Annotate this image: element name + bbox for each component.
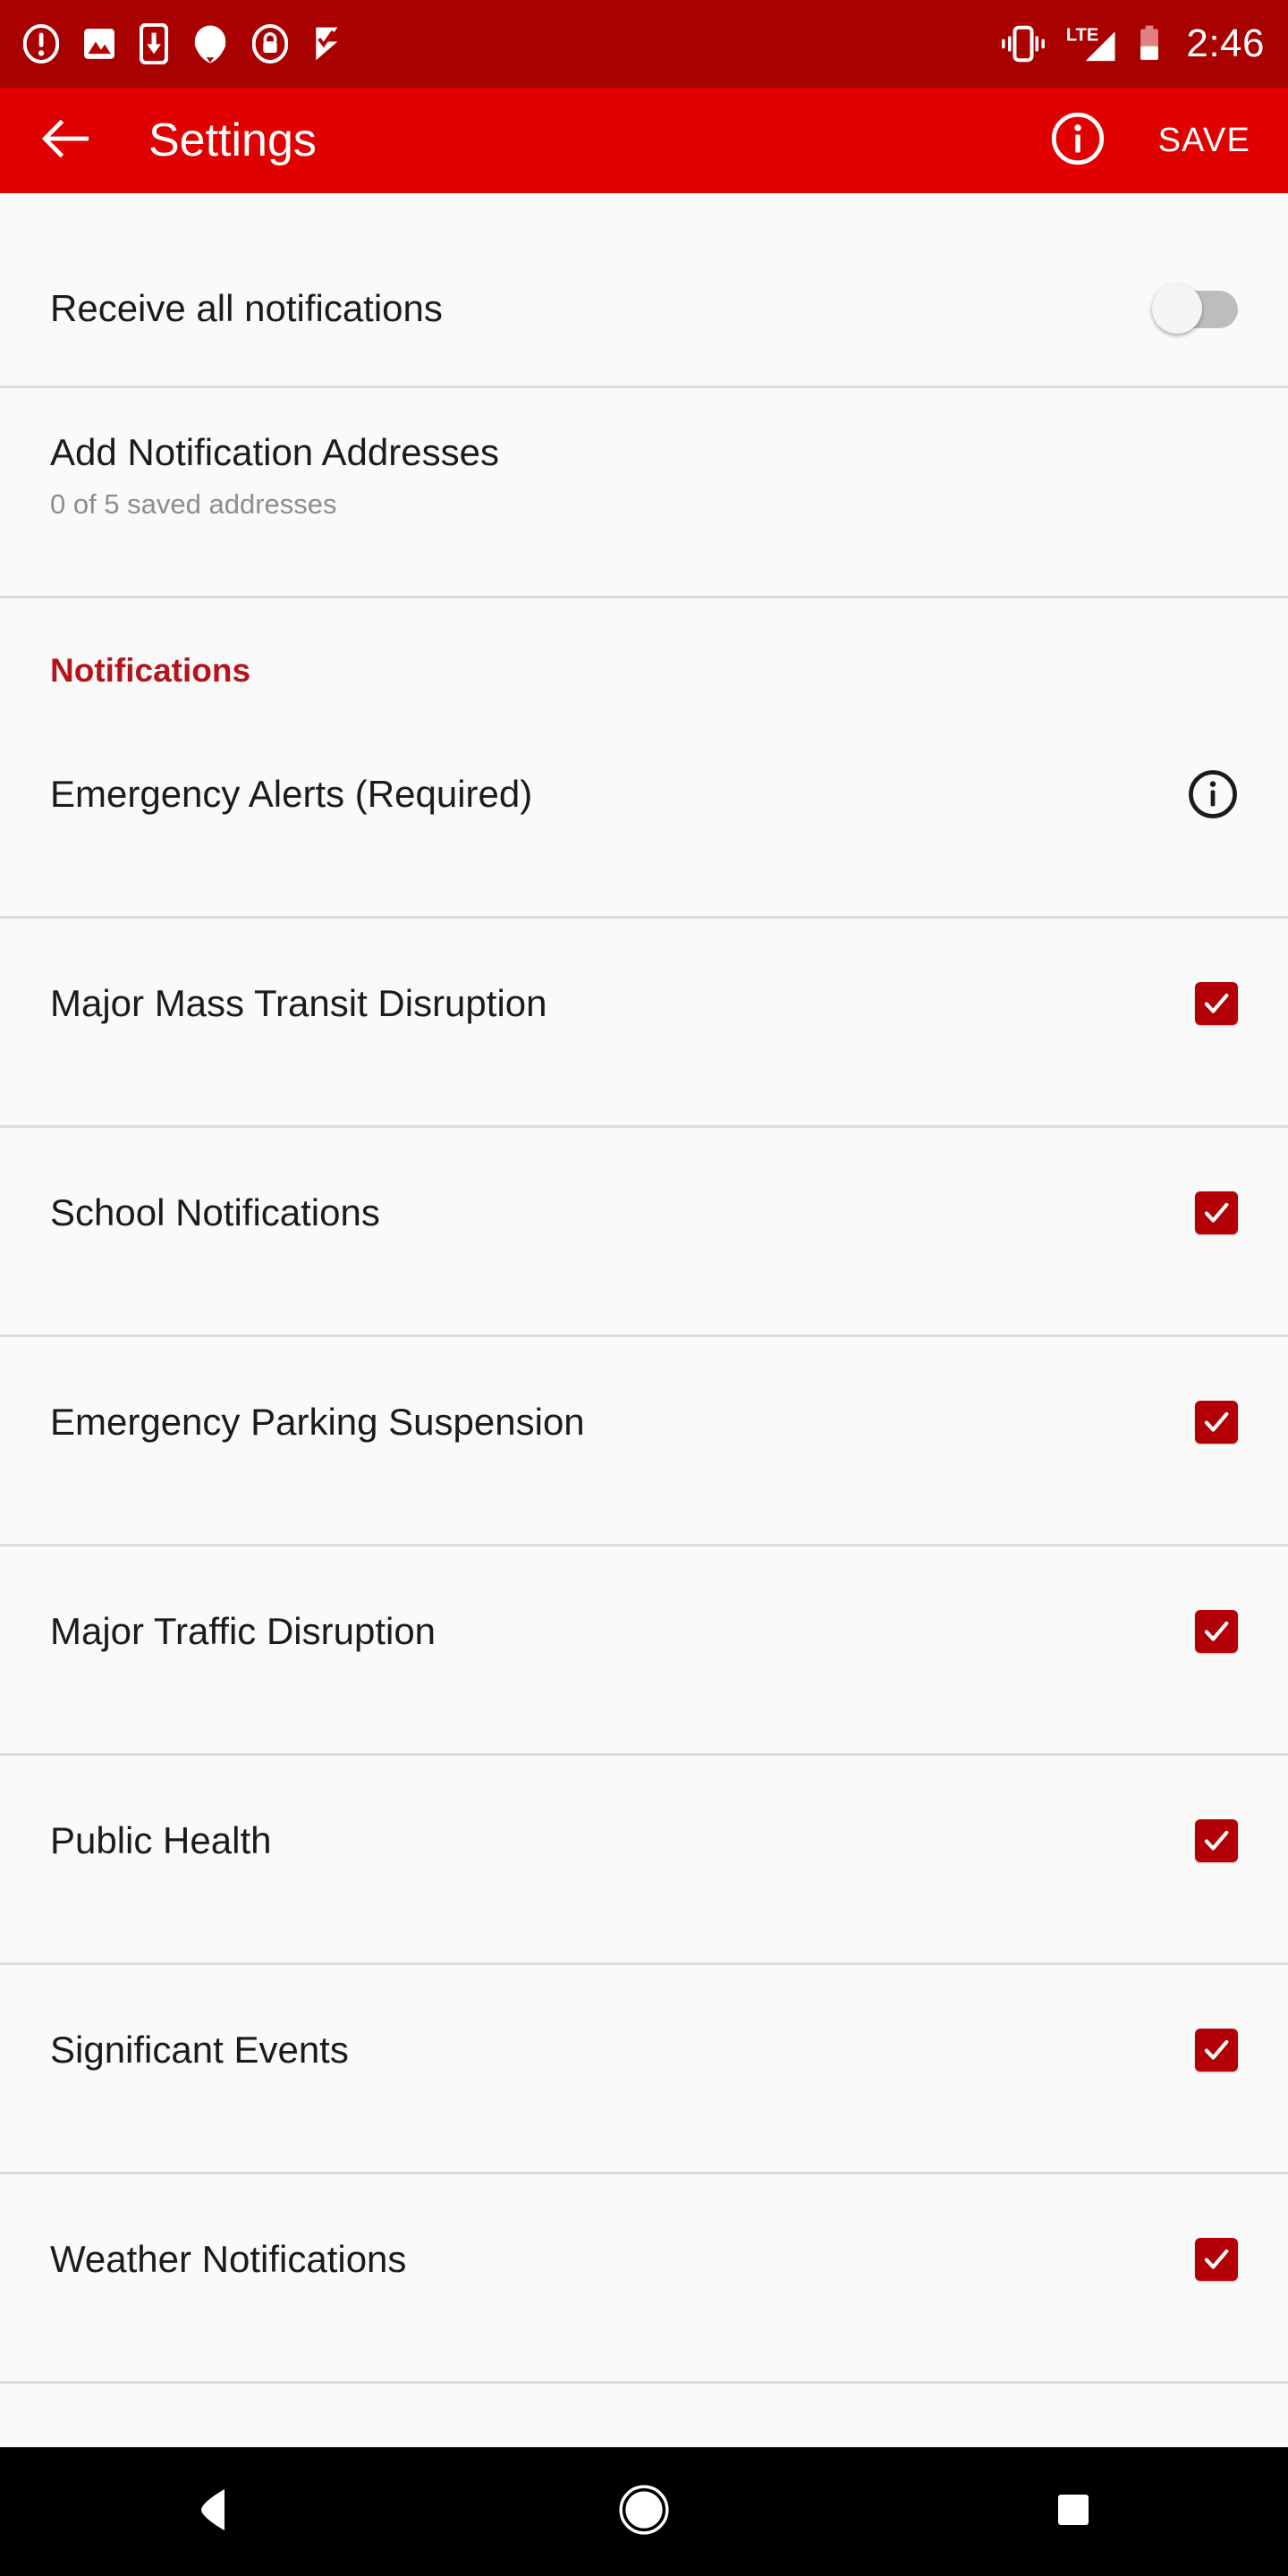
row-label: School Notifications: [50, 1191, 380, 1233]
row-label: Add Beach Notifications: [50, 2447, 1238, 2448]
row-label: Add Notification Addresses: [50, 431, 499, 473]
nav-back-button[interactable]: [143, 2447, 286, 2576]
notification-checkbox[interactable]: [1195, 2028, 1238, 2072]
blob-icon: [191, 24, 229, 64]
save-button[interactable]: SAVE: [1158, 122, 1250, 160]
nav-recents-button[interactable]: [1002, 2447, 1145, 2576]
row-notification-item[interactable]: Add Beach Notifications: [0, 2421, 1288, 2447]
row-spacer: [0, 709, 1288, 747]
row-receive-all-notifications[interactable]: Receive all notifications: [0, 231, 1288, 386]
notification-items-host: Emergency Alerts (Required) Major Mass Tr…: [0, 709, 1288, 2447]
row-spacer: [0, 1050, 1288, 1125]
download-to-phone-icon: [140, 23, 168, 64]
check-icon: [1204, 1830, 1229, 1851]
row-label: Significant Events: [50, 2028, 349, 2071]
row-spacer: [0, 919, 1288, 956]
row-spacer: [0, 1678, 1288, 1753]
row-spacer: [0, 841, 1288, 916]
row-label: Emergency Alerts (Required): [50, 772, 533, 815]
row-notification-item[interactable]: Public Health: [0, 1793, 1288, 1887]
lock-circle-icon: [252, 24, 288, 64]
page-title: Settings: [148, 114, 317, 166]
arrow-back-icon: [41, 116, 92, 165]
app-bar: Settings SAVE: [0, 88, 1288, 193]
notification-checkbox[interactable]: [1195, 1818, 1238, 1862]
vibrate-icon: [1000, 23, 1046, 64]
check-icon: [1204, 1202, 1229, 1223]
row-sublabel: 0 of 5 saved addresses: [50, 488, 337, 520]
row-label: Major Traffic Disruption: [50, 1609, 436, 1652]
notification-checkbox[interactable]: [1195, 1400, 1238, 1444]
row-notification-item[interactable]: Weather Notifications: [0, 2212, 1288, 2306]
spacer-after-addresses: [0, 540, 1288, 596]
row-spacer: [0, 1337, 1288, 1375]
row-label: Receive all notifications: [50, 286, 443, 329]
section-header-notifications: Notifications: [50, 652, 251, 689]
row-spacer: [0, 1756, 1288, 1793]
row-spacer: [0, 2384, 1288, 2421]
nav-home-circle-icon: [619, 2484, 669, 2539]
toggle-knob: [1152, 283, 1202, 334]
status-bar-notification-icons: [23, 23, 1000, 64]
row-notification-item[interactable]: Emergency Alerts (Required): [0, 747, 1288, 841]
info-circle-icon: [1050, 111, 1106, 171]
notification-checkbox[interactable]: [1195, 2237, 1238, 2281]
svg-text:LTE: LTE: [1066, 25, 1098, 45]
status-bar: LTE 2:46: [0, 0, 1288, 88]
signal-bars-icon: LTE: [1064, 22, 1120, 65]
settings-list: Receive all notifications Add Notificati…: [0, 193, 1288, 2447]
status-bar-clock: 2:46: [1186, 21, 1265, 65]
check-icon: [1204, 2249, 1229, 2269]
error-outline-icon: [23, 24, 59, 64]
row-spacer: [0, 2174, 1288, 2212]
receive-all-notifications-toggle[interactable]: [1152, 283, 1238, 334]
phone-screen: LTE 2:46 Settings SAVE Receive all notif…: [0, 0, 1288, 2576]
row-add-notification-addresses[interactable]: Add Notification Addresses 0 of 5 saved …: [0, 388, 1288, 540]
row-spacer: [0, 1469, 1288, 1544]
info-circle-icon: [1189, 769, 1237, 818]
back-button[interactable]: [41, 114, 93, 166]
nav-back-triangle-icon: [194, 2487, 235, 2538]
checkmark-flag-icon: [311, 24, 347, 64]
row-spacer: [0, 1128, 1288, 1165]
status-bar-system-icons: LTE 2:46: [1000, 21, 1265, 66]
row-label: Major Mass Transit Disruption: [50, 981, 547, 1024]
check-icon: [1204, 2039, 1229, 2060]
nav-recents-square-icon: [1054, 2490, 1093, 2534]
row-notification-item[interactable]: Major Traffic Disruption: [0, 1584, 1288, 1678]
notification-checkbox[interactable]: [1195, 1609, 1238, 1653]
spacer-top: [0, 193, 1288, 231]
row-spacer: [0, 1965, 1288, 2003]
row-notification-item[interactable]: School Notifications: [0, 1165, 1288, 1259]
notification-checkbox[interactable]: [1195, 1191, 1238, 1234]
row-label: Public Health: [50, 1818, 272, 1861]
system-navigation-bar: [0, 2447, 1288, 2576]
nav-home-button[interactable]: [572, 2447, 716, 2576]
image-icon: [82, 24, 116, 64]
row-spacer: [0, 1887, 1288, 1962]
row-spacer: [0, 1259, 1288, 1335]
row-spacer: [0, 1546, 1288, 1584]
battery-low-icon: [1138, 23, 1161, 64]
app-bar-info-button[interactable]: [1049, 112, 1106, 169]
row-label: Emergency Parking Suspension: [50, 1400, 585, 1443]
check-icon: [1204, 993, 1229, 1013]
row-spacer: [0, 2097, 1288, 2172]
row-spacer: [0, 2306, 1288, 2381]
notification-checkbox[interactable]: [1195, 981, 1238, 1025]
row-label: Weather Notifications: [50, 2237, 407, 2280]
row-notification-item[interactable]: Major Mass Transit Disruption: [0, 956, 1288, 1050]
check-icon: [1204, 1621, 1229, 1641]
check-icon: [1204, 1411, 1229, 1432]
row-notification-item[interactable]: Significant Events: [0, 2003, 1288, 2097]
row-notification-item[interactable]: Emergency Parking Suspension: [0, 1375, 1288, 1469]
emergency-alerts-info-button[interactable]: [1188, 769, 1238, 819]
